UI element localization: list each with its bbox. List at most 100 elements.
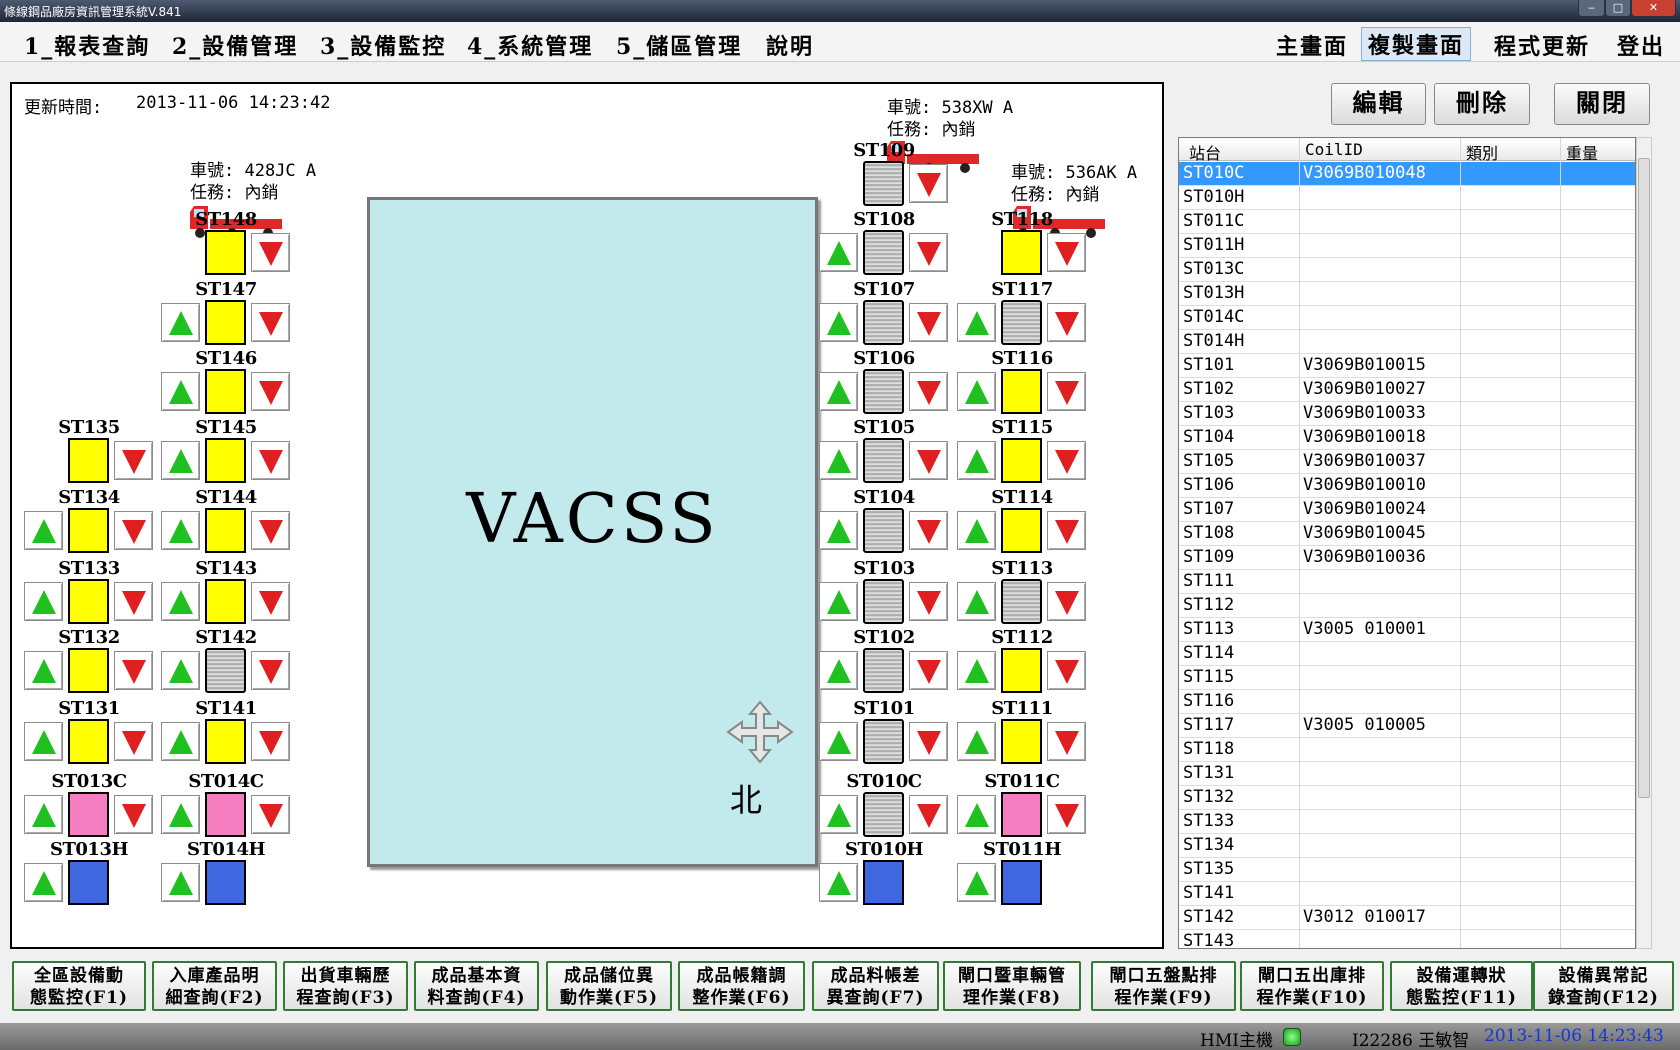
move-down-button[interactable] bbox=[114, 722, 153, 761]
table-row[interactable]: ST010H bbox=[1179, 186, 1635, 210]
move-up-button[interactable] bbox=[161, 795, 200, 834]
station-slot[interactable] bbox=[1001, 648, 1042, 693]
function-key-f11[interactable]: 設備運轉狀 態監控(F11) bbox=[1390, 961, 1533, 1011]
move-down-button[interactable] bbox=[909, 651, 948, 690]
function-key-f5[interactable]: 成品儲位異 動作業(F5) bbox=[546, 961, 672, 1011]
station-slot[interactable] bbox=[205, 860, 246, 905]
move-up-button[interactable] bbox=[161, 441, 200, 480]
move-up-button[interactable] bbox=[24, 651, 63, 690]
table-row[interactable]: ST143 bbox=[1179, 930, 1635, 948]
move-down-button[interactable] bbox=[909, 582, 948, 621]
table-row[interactable]: ST114 bbox=[1179, 642, 1635, 666]
function-key-f9[interactable]: 閘口五盤點排 程作業(F9) bbox=[1091, 961, 1236, 1011]
move-down-button[interactable] bbox=[909, 795, 948, 834]
station-slot[interactable] bbox=[863, 792, 904, 837]
move-down-button[interactable] bbox=[1047, 233, 1086, 272]
function-key-f2[interactable]: 入庫產品明 細查詢(F2) bbox=[152, 961, 277, 1011]
move-up-button[interactable] bbox=[24, 863, 63, 902]
move-down-button[interactable] bbox=[114, 582, 153, 621]
move-down-button[interactable] bbox=[909, 233, 948, 272]
move-down-button[interactable] bbox=[1047, 582, 1086, 621]
column-header-coilid[interactable]: CoilID bbox=[1305, 140, 1363, 159]
move-up-button[interactable] bbox=[819, 651, 858, 690]
move-up-button[interactable] bbox=[957, 722, 996, 761]
move-up-button[interactable] bbox=[161, 303, 200, 342]
move-up-button[interactable] bbox=[161, 722, 200, 761]
table-row[interactable]: ST013C bbox=[1179, 258, 1635, 282]
edit-button[interactable]: 編輯 bbox=[1331, 83, 1426, 125]
move-down-button[interactable] bbox=[251, 722, 290, 761]
move-up-button[interactable] bbox=[161, 863, 200, 902]
table-row[interactable]: ST116 bbox=[1179, 690, 1635, 714]
move-icon[interactable] bbox=[722, 700, 798, 764]
station-slot[interactable] bbox=[68, 508, 109, 553]
function-key-f7[interactable]: 成品料帳差 異查詢(F7) bbox=[812, 961, 939, 1011]
station-slot[interactable] bbox=[205, 579, 246, 624]
station-slot[interactable] bbox=[863, 719, 904, 764]
station-slot[interactable] bbox=[1001, 860, 1042, 905]
table-row[interactable]: ST131 bbox=[1179, 762, 1635, 786]
table-row[interactable]: ST112 bbox=[1179, 594, 1635, 618]
menu-equipment-management[interactable]: 2_設備管理 bbox=[172, 29, 298, 61]
move-down-button[interactable] bbox=[909, 441, 948, 480]
menu-program-update[interactable]: 程式更新 bbox=[1494, 29, 1590, 61]
move-down-button[interactable] bbox=[1047, 303, 1086, 342]
move-down-button[interactable] bbox=[114, 651, 153, 690]
menu-help[interactable]: 說明 bbox=[766, 29, 814, 61]
close-button[interactable]: 關閉 bbox=[1554, 83, 1650, 125]
table-row[interactable]: ST132 bbox=[1179, 786, 1635, 810]
move-down-button[interactable] bbox=[1047, 441, 1086, 480]
move-down-button[interactable] bbox=[909, 722, 948, 761]
delete-button[interactable]: 刪除 bbox=[1434, 83, 1530, 125]
move-up-button[interactable] bbox=[819, 303, 858, 342]
maximize-button[interactable]: □ bbox=[1605, 0, 1631, 17]
move-down-button[interactable] bbox=[1047, 795, 1086, 834]
station-slot[interactable] bbox=[205, 719, 246, 764]
move-up-button[interactable] bbox=[819, 511, 858, 550]
column-header-category[interactable]: 類別 bbox=[1466, 140, 1498, 164]
station-slot[interactable] bbox=[205, 230, 246, 275]
table-row[interactable]: ST133 bbox=[1179, 810, 1635, 834]
move-down-button[interactable] bbox=[251, 441, 290, 480]
table-row[interactable]: ST108 V3069B010045 bbox=[1179, 522, 1635, 546]
move-down-button[interactable] bbox=[909, 511, 948, 550]
table-row[interactable]: ST013H bbox=[1179, 282, 1635, 306]
menu-report-query[interactable]: 1_報表查詢 bbox=[24, 29, 150, 61]
function-key-f4[interactable]: 成品基本資 料查詢(F4) bbox=[414, 961, 539, 1011]
table-row[interactable]: ST117 V3005 010005 bbox=[1179, 714, 1635, 738]
move-up-button[interactable] bbox=[819, 441, 858, 480]
station-slot[interactable] bbox=[863, 860, 904, 905]
station-slot[interactable] bbox=[863, 579, 904, 624]
move-up-button[interactable] bbox=[24, 511, 63, 550]
table-scrollbar[interactable] bbox=[1636, 137, 1652, 949]
move-down-button[interactable] bbox=[1047, 511, 1086, 550]
move-down-button[interactable] bbox=[114, 441, 153, 480]
station-slot[interactable] bbox=[863, 369, 904, 414]
station-slot[interactable] bbox=[863, 648, 904, 693]
move-up-button[interactable] bbox=[957, 372, 996, 411]
move-up-button[interactable] bbox=[957, 582, 996, 621]
station-slot[interactable] bbox=[205, 648, 246, 693]
station-slot[interactable] bbox=[1001, 438, 1042, 483]
table-row[interactable]: ST011C bbox=[1179, 210, 1635, 234]
station-slot[interactable] bbox=[863, 438, 904, 483]
move-up-button[interactable] bbox=[24, 582, 63, 621]
function-key-f1[interactable]: 全區設備動 態監控(F1) bbox=[12, 961, 146, 1011]
move-up-button[interactable] bbox=[819, 372, 858, 411]
table-row[interactable]: ST106 V3069B010010 bbox=[1179, 474, 1635, 498]
move-up-button[interactable] bbox=[819, 233, 858, 272]
table-row[interactable]: ST104 V3069B010018 bbox=[1179, 426, 1635, 450]
menu-storage-management[interactable]: 5_儲區管理 bbox=[616, 29, 742, 61]
column-header-weight[interactable]: 重量 bbox=[1566, 140, 1598, 164]
station-slot[interactable] bbox=[68, 792, 109, 837]
table-row[interactable]: ST103 V3069B010033 bbox=[1179, 402, 1635, 426]
move-up-button[interactable] bbox=[161, 582, 200, 621]
minimize-button[interactable]: ‒ bbox=[1578, 0, 1605, 17]
table-row[interactable]: ST109 V3069B010036 bbox=[1179, 546, 1635, 570]
station-slot[interactable] bbox=[1001, 369, 1042, 414]
station-slot[interactable] bbox=[1001, 579, 1042, 624]
move-up-button[interactable] bbox=[957, 511, 996, 550]
station-slot[interactable] bbox=[863, 300, 904, 345]
move-up-button[interactable] bbox=[819, 795, 858, 834]
move-down-button[interactable] bbox=[251, 303, 290, 342]
